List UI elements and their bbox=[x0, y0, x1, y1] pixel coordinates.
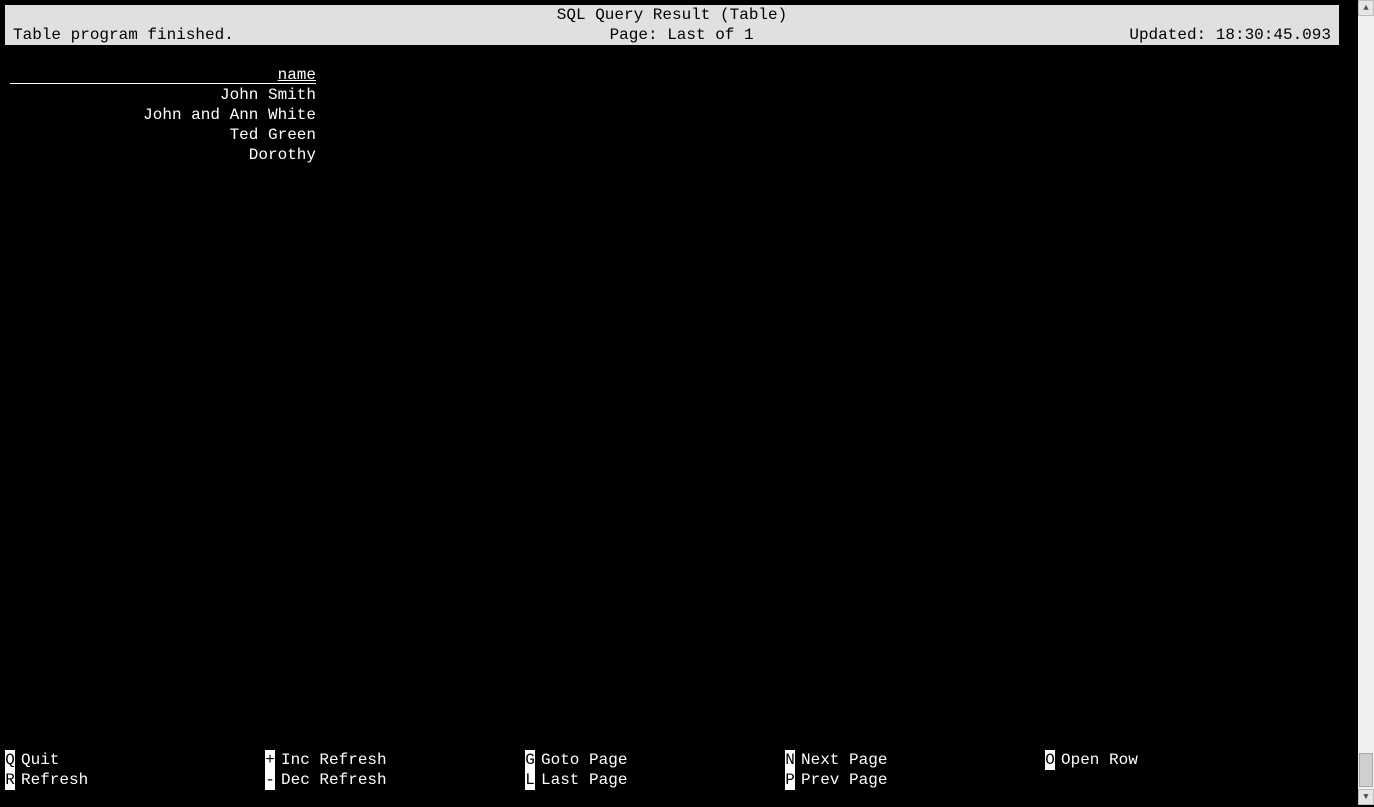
key-label: Q bbox=[5, 750, 15, 770]
status-updated: Updated: 18:30:45.093 bbox=[1129, 25, 1331, 45]
key-last-page[interactable]: L Last Page bbox=[525, 770, 785, 790]
status-left: Table program finished. bbox=[13, 25, 234, 45]
key-desc: Inc Refresh bbox=[281, 750, 387, 770]
footer-keybindings: Q Quit + Inc Refresh G Goto Page N Next … bbox=[5, 750, 1353, 790]
table-row[interactable]: John Smith bbox=[16, 85, 316, 105]
result-table: name John Smith John and Ann White Ted G… bbox=[16, 65, 316, 165]
key-label: L bbox=[525, 770, 535, 790]
key-label: - bbox=[265, 770, 275, 790]
table-row[interactable]: Ted Green bbox=[16, 125, 316, 145]
key-next-page[interactable]: N Next Page bbox=[785, 750, 1045, 770]
key-label: G bbox=[525, 750, 535, 770]
header-bar: SQL Query Result (Table) Table program f… bbox=[5, 5, 1353, 45]
key-empty bbox=[1045, 770, 1305, 790]
key-label: P bbox=[785, 770, 795, 790]
window-title: SQL Query Result (Table) bbox=[5, 5, 1339, 25]
key-label: R bbox=[5, 770, 15, 790]
key-quit[interactable]: Q Quit bbox=[5, 750, 265, 770]
key-desc: Last Page bbox=[541, 770, 627, 790]
key-label: N bbox=[785, 750, 795, 770]
key-desc: Quit bbox=[21, 750, 59, 770]
key-desc: Prev Page bbox=[801, 770, 887, 790]
key-label: O bbox=[1045, 750, 1055, 770]
table-row[interactable]: Dorothy bbox=[16, 145, 316, 165]
key-dec-refresh[interactable]: - Dec Refresh bbox=[265, 770, 525, 790]
vertical-scrollbar[interactable]: ▲ ▼ bbox=[1358, 0, 1374, 805]
chevron-up-icon: ▲ bbox=[1363, 0, 1368, 18]
chevron-down-icon: ▼ bbox=[1363, 787, 1368, 807]
scroll-down-button[interactable]: ▼ bbox=[1358, 789, 1374, 805]
status-page: Page: Last of 1 bbox=[610, 25, 754, 45]
scroll-up-button[interactable]: ▲ bbox=[1358, 0, 1374, 16]
key-label: + bbox=[265, 750, 275, 770]
key-desc: Dec Refresh bbox=[281, 770, 387, 790]
key-refresh[interactable]: R Refresh bbox=[5, 770, 265, 790]
key-prev-page[interactable]: P Prev Page bbox=[785, 770, 1045, 790]
table-row[interactable]: John and Ann White bbox=[16, 105, 316, 125]
scroll-thumb[interactable] bbox=[1359, 753, 1373, 787]
key-desc: Refresh bbox=[21, 770, 88, 790]
key-inc-refresh[interactable]: + Inc Refresh bbox=[265, 750, 525, 770]
key-desc: Open Row bbox=[1061, 750, 1138, 770]
key-open-row[interactable]: O Open Row bbox=[1045, 750, 1305, 770]
column-header-name: name bbox=[16, 65, 316, 85]
key-desc: Goto Page bbox=[541, 750, 627, 770]
key-goto-page[interactable]: G Goto Page bbox=[525, 750, 785, 770]
key-desc: Next Page bbox=[801, 750, 887, 770]
